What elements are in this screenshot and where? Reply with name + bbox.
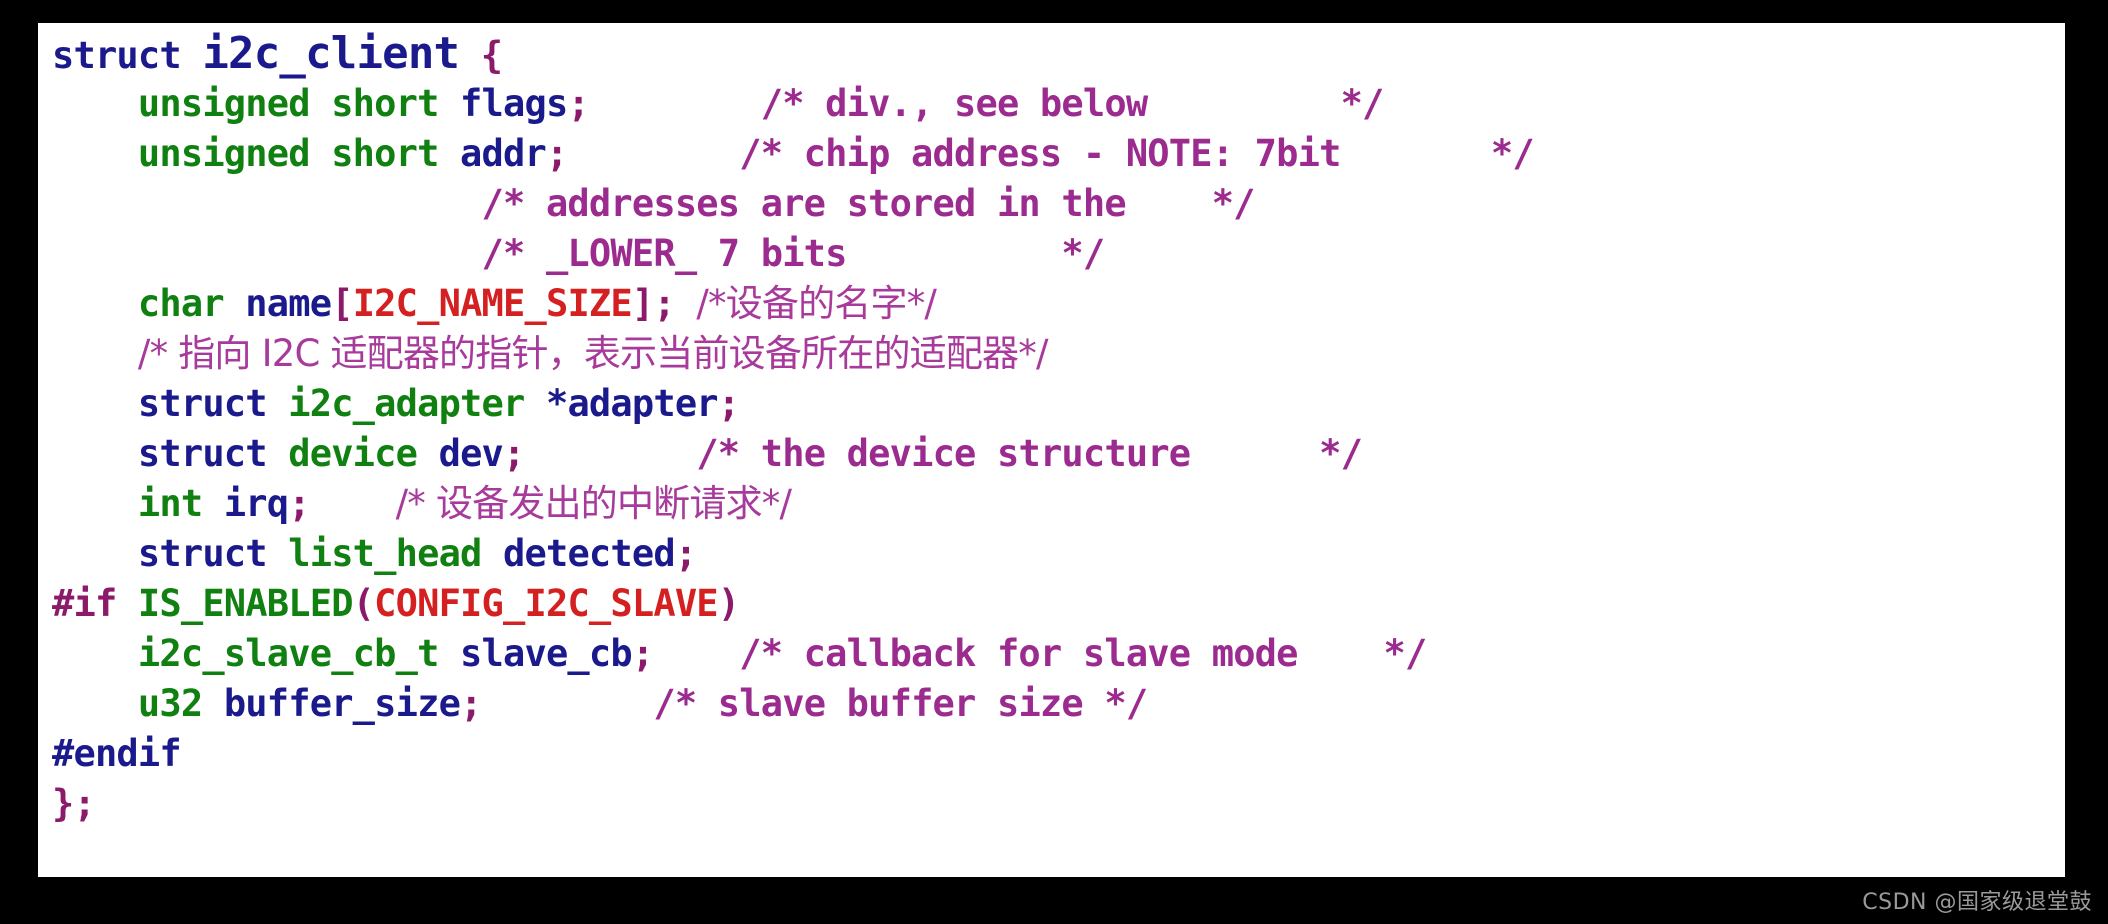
code-token-punctuation: ; [674, 532, 697, 575]
code-token-type: char [137, 282, 246, 325]
code-token-identifier: dev [438, 432, 504, 475]
code-line: /* _LOWER_ 7 bits */ [52, 229, 2065, 279]
code-token-comment: /* div., see below */ [760, 82, 1385, 125]
code-token-comment_cn: /*设备的名字*/ [696, 282, 937, 325]
code-token-punctuation: ; [460, 682, 482, 725]
code-token-keyword: struct [137, 532, 289, 575]
code-token-comment: /* the device structure */ [696, 432, 1363, 475]
code-token-punctuation: ] [631, 282, 654, 325]
code-token-punctuation: } [52, 782, 74, 825]
code-line: u32 buffer_size; /* slave buffer size */ [52, 679, 2065, 729]
code-token-keyword: struct [137, 382, 289, 425]
code-token-comment: /* addresses are stored in the */ [481, 182, 1256, 225]
code-token-comment: /* _LOWER_ 7 bits */ [481, 232, 1106, 275]
code-token-type: u32 [137, 682, 224, 725]
code-token-punctuation: ; [631, 632, 654, 675]
code-token-keyword: #endif [52, 732, 182, 775]
code-token-identifier: addr [460, 132, 547, 175]
code-token-comment_cn: /* 指向 I2C 适配器的指针，表示当前设备所在的适配器*/ [137, 332, 1049, 375]
code-token-punctuation: ; [73, 782, 95, 825]
code-token-identifier: *adapter [545, 382, 719, 425]
code-panel: struct i2c_client { unsigned short flags… [38, 23, 2065, 877]
code-token-identifier: slave_cb [460, 632, 633, 675]
code-token-type: i2c_slave_cb_t [137, 632, 461, 675]
code-line: unsigned short flags; /* div., see below… [52, 79, 2065, 129]
code-token-punctuation: ; [717, 382, 740, 425]
code-token-punctuation: { [480, 34, 503, 77]
code-token-punctuation: [ [331, 282, 353, 325]
code-line: i2c_slave_cb_t slave_cb; /* callback for… [52, 629, 2065, 679]
code-token-punctuation: ) [717, 582, 740, 625]
code-line: }; [52, 779, 2065, 829]
code-line: #endif [52, 729, 2065, 779]
code-line: struct i2c_client { [52, 29, 2065, 79]
code-token-punctuation: ; [545, 132, 568, 175]
code-token-punctuation: ; [503, 432, 525, 475]
csdn-watermark: CSDN @国家级退堂鼓 [1862, 890, 2092, 915]
code-line: struct device dev; /* the device structu… [52, 429, 2065, 479]
code-token-comment_cn: /* 设备发出的中断请求*/ [395, 482, 792, 525]
code-line: struct i2c_adapter *adapter; [52, 379, 2065, 429]
code-token-keyword: i2c_client [202, 28, 460, 79]
code-token-identifier: buffer_size [223, 682, 461, 725]
code-token-keyword: struct [137, 432, 289, 475]
code-token-identifier: flags [460, 82, 568, 125]
code-token-type: list_head [288, 532, 504, 575]
code-token-punctuation: ; [567, 82, 589, 125]
code-token-comment: /* slave buffer size */ [653, 682, 1148, 725]
code-token-punctuation: ( [352, 582, 375, 625]
code-token-type: i2c_adapter [288, 382, 546, 425]
code-token-macro: CONFIG_I2C_SLAVE [374, 582, 718, 625]
code-token-type: device [288, 432, 439, 475]
code-token-keyword: struct [52, 34, 203, 77]
code-line: struct list_head detected; [52, 529, 2065, 579]
code-line: int irq; /* 设备发出的中断请求*/ [52, 479, 2065, 529]
code-token-macro: I2C_NAME_SIZE [352, 282, 633, 325]
code-token-comment: /* callback for slave mode */ [739, 632, 1427, 675]
code-token-type: int [137, 482, 224, 525]
code-listing: struct i2c_client { unsigned short flags… [52, 29, 2065, 829]
code-token-identifier: detected [503, 532, 676, 575]
code-token-identifier: name [245, 282, 332, 325]
code-line: #if IS_ENABLED(CONFIG_I2C_SLAVE) [52, 579, 2065, 629]
code-token-identifier: irq [223, 482, 289, 525]
code-token-comment: /* chip address - NOTE: 7bit */ [739, 132, 1534, 175]
code-token-function: IS_ENABLED [137, 582, 354, 625]
code-line: unsigned short addr; /* chip address - N… [52, 129, 2065, 179]
code-token-type: unsigned short [137, 132, 461, 175]
code-line: /* 指向 I2C 适配器的指针，表示当前设备所在的适配器*/ [52, 329, 2065, 379]
code-token-punctuation: ; [288, 482, 310, 525]
code-line: char name[I2C_NAME_SIZE]; /*设备的名字*/ [52, 279, 2065, 329]
code-token-punctuation: ; [653, 282, 675, 325]
code-token-type: unsigned short [137, 82, 461, 125]
code-token-preprocessor: #if [52, 582, 138, 625]
code-line: /* addresses are stored in the */ [52, 179, 2065, 229]
